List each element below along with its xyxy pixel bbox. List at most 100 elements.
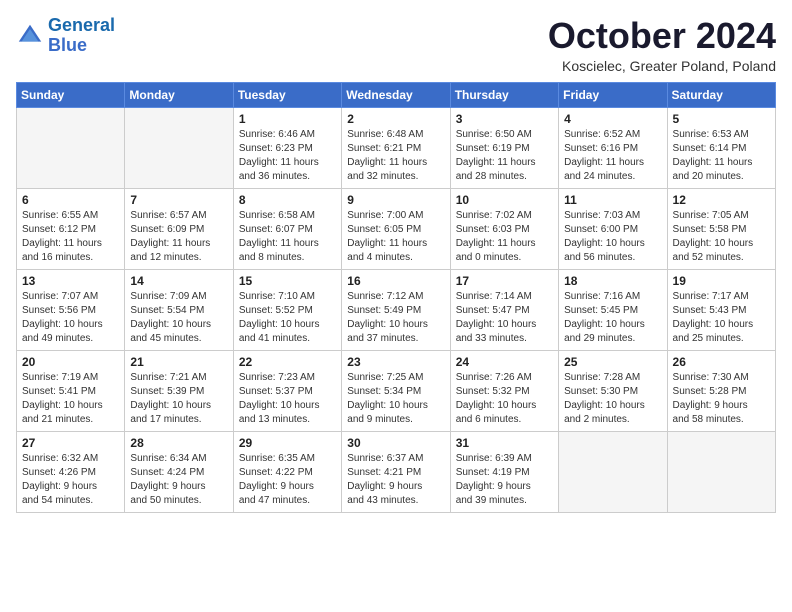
day-number: 29 [239,436,336,450]
day-info: Sunrise: 6:53 AMSunset: 6:14 PMDaylight:… [673,128,770,184]
weekday-header-row: SundayMondayTuesdayWednesdayThursdayFrid… [17,82,776,107]
weekday-header-thursday: Thursday [450,82,558,107]
calendar-cell [559,431,667,512]
day-info: Sunrise: 6:37 AMSunset: 4:21 PMDaylight:… [347,452,444,508]
day-info: Sunrise: 7:09 AMSunset: 5:54 PMDaylight:… [130,290,227,346]
calendar-cell [125,107,233,188]
day-info: Sunrise: 6:32 AMSunset: 4:26 PMDaylight:… [22,452,119,508]
calendar-week-5: 27 Sunrise: 6:32 AMSunset: 4:26 PMDayligh… [17,431,776,512]
weekday-header-friday: Friday [559,82,667,107]
day-info: Sunrise: 6:39 AMSunset: 4:19 PMDaylight:… [456,452,553,508]
calendar-cell: 20 Sunrise: 7:19 AMSunset: 5:41 PMDayligh… [17,350,125,431]
day-info: Sunrise: 7:05 AMSunset: 5:58 PMDaylight:… [673,209,770,265]
calendar-cell: 30 Sunrise: 6:37 AMSunset: 4:21 PMDayligh… [342,431,450,512]
calendar-cell: 3 Sunrise: 6:50 AMSunset: 6:19 PMDaylight… [450,107,558,188]
calendar-cell: 29 Sunrise: 6:35 AMSunset: 4:22 PMDayligh… [233,431,341,512]
logo-text: General Blue [48,16,115,56]
calendar-cell [17,107,125,188]
day-number: 10 [456,193,553,207]
calendar-week-4: 20 Sunrise: 7:19 AMSunset: 5:41 PMDayligh… [17,350,776,431]
day-number: 26 [673,355,770,369]
day-info: Sunrise: 6:57 AMSunset: 6:09 PMDaylight:… [130,209,227,265]
day-info: Sunrise: 6:58 AMSunset: 6:07 PMDaylight:… [239,209,336,265]
day-info: Sunrise: 6:46 AMSunset: 6:23 PMDaylight:… [239,128,336,184]
calendar-cell: 22 Sunrise: 7:23 AMSunset: 5:37 PMDayligh… [233,350,341,431]
day-info: Sunrise: 7:19 AMSunset: 5:41 PMDaylight:… [22,371,119,427]
calendar-cell: 6 Sunrise: 6:55 AMSunset: 6:12 PMDaylight… [17,188,125,269]
day-info: Sunrise: 7:21 AMSunset: 5:39 PMDaylight:… [130,371,227,427]
day-info: Sunrise: 7:25 AMSunset: 5:34 PMDaylight:… [347,371,444,427]
weekday-header-wednesday: Wednesday [342,82,450,107]
calendar-cell: 9Sunrise: 7:00 AMSunset: 6:05 PMDaylight… [342,188,450,269]
day-number: 16 [347,274,444,288]
calendar-cell: 27 Sunrise: 6:32 AMSunset: 4:26 PMDayligh… [17,431,125,512]
calendar-cell: 16 Sunrise: 7:12 AMSunset: 5:49 PMDayligh… [342,269,450,350]
logo: General Blue [16,16,115,56]
day-info: Sunrise: 7:07 AMSunset: 5:56 PMDaylight:… [22,290,119,346]
day-number: 23 [347,355,444,369]
day-info: Sunrise: 7:02 AMSunset: 6:03 PMDaylight:… [456,209,553,265]
day-info: Sunrise: 7:26 AMSunset: 5:32 PMDaylight:… [456,371,553,427]
day-number: 1 [239,112,336,126]
calendar-cell: 26Sunrise: 7:30 AMSunset: 5:28 PMDayligh… [667,350,775,431]
day-info: Sunrise: 7:00 AMSunset: 6:05 PMDaylight:… [347,209,444,265]
day-info: Sunrise: 7:10 AMSunset: 5:52 PMDaylight:… [239,290,336,346]
day-number: 15 [239,274,336,288]
day-number: 17 [456,274,553,288]
calendar-cell [667,431,775,512]
page-header: General Blue October 2024 Koscielec, Gre… [16,16,776,74]
calendar-cell: 8 Sunrise: 6:58 AMSunset: 6:07 PMDaylight… [233,188,341,269]
calendar-cell: 25Sunrise: 7:28 AMSunset: 5:30 PMDayligh… [559,350,667,431]
calendar-cell: 10 Sunrise: 7:02 AMSunset: 6:03 PMDayligh… [450,188,558,269]
logo-line2: Blue [48,35,87,55]
day-info: Sunrise: 7:28 AMSunset: 5:30 PMDaylight:… [564,371,661,427]
weekday-header-saturday: Saturday [667,82,775,107]
day-number: 18 [564,274,661,288]
day-info: Sunrise: 6:48 AMSunset: 6:21 PMDaylight:… [347,128,444,184]
day-number: 28 [130,436,227,450]
month-title: October 2024 [548,16,776,56]
calendar-cell: 31Sunrise: 6:39 AMSunset: 4:19 PMDayligh… [450,431,558,512]
location: Koscielec, Greater Poland, Poland [548,58,776,74]
calendar-cell: 24Sunrise: 7:26 AMSunset: 5:32 PMDayligh… [450,350,558,431]
calendar-cell: 21 Sunrise: 7:21 AMSunset: 5:39 PMDayligh… [125,350,233,431]
calendar-cell: 28Sunrise: 6:34 AMSunset: 4:24 PMDayligh… [125,431,233,512]
day-number: 12 [673,193,770,207]
title-area: October 2024 Koscielec, Greater Poland, … [548,16,776,74]
day-info: Sunrise: 7:12 AMSunset: 5:49 PMDaylight:… [347,290,444,346]
calendar-cell: 19 Sunrise: 7:17 AMSunset: 5:43 PMDayligh… [667,269,775,350]
calendar-cell: 15 Sunrise: 7:10 AMSunset: 5:52 PMDayligh… [233,269,341,350]
calendar-week-1: 1 Sunrise: 6:46 AMSunset: 6:23 PMDaylight… [17,107,776,188]
calendar-week-3: 13Sunrise: 7:07 AMSunset: 5:56 PMDayligh… [17,269,776,350]
calendar-cell: 4Sunrise: 6:52 AMSunset: 6:16 PMDaylight… [559,107,667,188]
calendar-cell: 23 Sunrise: 7:25 AMSunset: 5:34 PMDayligh… [342,350,450,431]
day-info: Sunrise: 6:35 AMSunset: 4:22 PMDaylight:… [239,452,336,508]
day-number: 2 [347,112,444,126]
day-number: 27 [22,436,119,450]
day-number: 7 [130,193,227,207]
day-info: Sunrise: 7:03 AMSunset: 6:00 PMDaylight:… [564,209,661,265]
calendar-cell: 11Sunrise: 7:03 AMSunset: 6:00 PMDayligh… [559,188,667,269]
day-info: Sunrise: 7:23 AMSunset: 5:37 PMDaylight:… [239,371,336,427]
day-number: 14 [130,274,227,288]
logo-line1: General [48,15,115,35]
day-info: Sunrise: 6:50 AMSunset: 6:19 PMDaylight:… [456,128,553,184]
logo-icon [16,22,44,50]
day-number: 8 [239,193,336,207]
calendar-cell: 13Sunrise: 7:07 AMSunset: 5:56 PMDayligh… [17,269,125,350]
day-info: Sunrise: 6:52 AMSunset: 6:16 PMDaylight:… [564,128,661,184]
calendar-cell: 17Sunrise: 7:14 AMSunset: 5:47 PMDayligh… [450,269,558,350]
calendar-cell: 5 Sunrise: 6:53 AMSunset: 6:14 PMDaylight… [667,107,775,188]
calendar-cell: 2 Sunrise: 6:48 AMSunset: 6:21 PMDaylight… [342,107,450,188]
day-number: 3 [456,112,553,126]
day-number: 20 [22,355,119,369]
day-number: 21 [130,355,227,369]
day-info: Sunrise: 6:55 AMSunset: 6:12 PMDaylight:… [22,209,119,265]
day-number: 30 [347,436,444,450]
day-number: 6 [22,193,119,207]
day-number: 5 [673,112,770,126]
day-info: Sunrise: 7:17 AMSunset: 5:43 PMDaylight:… [673,290,770,346]
day-number: 19 [673,274,770,288]
calendar-cell: 1 Sunrise: 6:46 AMSunset: 6:23 PMDaylight… [233,107,341,188]
day-number: 22 [239,355,336,369]
